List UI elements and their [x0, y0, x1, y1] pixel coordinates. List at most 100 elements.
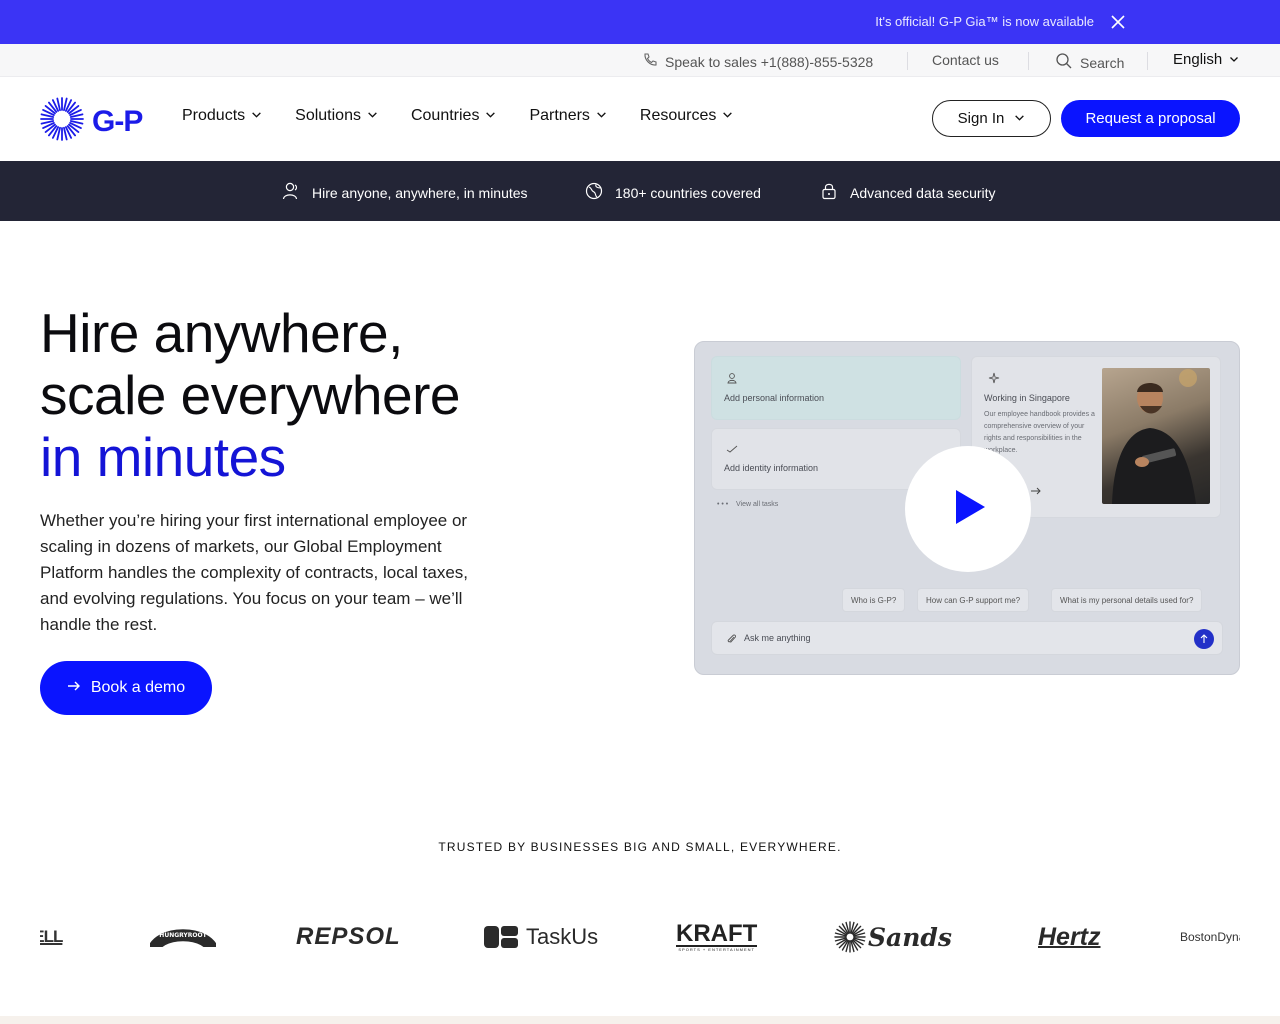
- search-button[interactable]: Search: [1055, 52, 1124, 73]
- arrow-right-icon: [1030, 483, 1042, 501]
- nav-item-label: Products: [182, 107, 246, 124]
- feature-label: 180+ countries covered: [615, 184, 761, 201]
- hero-heading: Hire anywhere, scale everywhere in minut…: [40, 302, 460, 488]
- next-section-edge: [0, 1016, 1280, 1024]
- feature-countries: 180+ countries covered: [584, 181, 761, 204]
- kraft-logo: KRAFT SPORTS + ENTERTAINMENT: [676, 915, 758, 959]
- task-label: Add identity information: [724, 463, 819, 473]
- features-bar: Hire anyone, anywhere, in minutes 180+ c…: [0, 161, 1280, 221]
- book-demo-label: Book a demo: [90, 679, 186, 696]
- taskus-logo-text: TaskUs: [526, 924, 599, 949]
- nav-item-resources[interactable]: Resources: [640, 107, 733, 125]
- suggestion-chip: What is my personal details used for?: [1051, 588, 1203, 612]
- nav-item-countries[interactable]: Countries: [411, 107, 496, 125]
- sales-phone-link[interactable]: Speak to sales +1(888)-855-5328: [642, 52, 873, 71]
- sparkle-icon: [988, 371, 1000, 389]
- play-icon: [948, 487, 988, 532]
- announcement-bar: It's official! G-P Gia™ is now available: [0, 0, 1280, 44]
- feature-security: Advanced data security: [819, 181, 996, 204]
- nav-item-label: Solutions: [295, 107, 361, 124]
- divider: [1028, 52, 1029, 70]
- hungryroot-logo: HUNGRYROOT: [150, 915, 216, 959]
- feature-label: Advanced data security: [850, 184, 996, 201]
- ask-input-bar: Ask me anything: [711, 621, 1223, 655]
- hero-heading-line: scale everywhere: [40, 364, 460, 426]
- nav-item-label: Partners: [529, 107, 590, 124]
- boston-dynamics-logo-text: BostonDynamics: [1180, 930, 1240, 944]
- request-proposal-button[interactable]: Request a proposal: [1061, 100, 1240, 137]
- play-button[interactable]: [905, 446, 1031, 572]
- task-label: Add personal information: [724, 393, 825, 403]
- language-label: English: [1173, 51, 1223, 68]
- chevron-down-icon: [485, 107, 496, 125]
- search-label: Search: [1080, 54, 1125, 71]
- hertz-logo: Hertz: [1038, 915, 1101, 959]
- globe-icon: [584, 181, 604, 204]
- check-icon: [726, 441, 738, 459]
- task-card-personal: Add personal information: [711, 356, 961, 420]
- send-icon: [1194, 629, 1214, 649]
- kraft-logo-subtext: SPORTS + ENTERTAINMENT: [678, 946, 755, 952]
- logo-text: G-P: [92, 104, 143, 138]
- announcement-text[interactable]: It's official! G-P Gia™ is now available: [875, 14, 1094, 29]
- language-selector[interactable]: English: [1173, 51, 1239, 68]
- nav-item-label: Resources: [639, 107, 717, 124]
- hero-heading-line: Hire anywhere,: [40, 302, 403, 364]
- search-icon: [1055, 52, 1073, 73]
- close-icon[interactable]: [1108, 12, 1128, 32]
- divider: [1147, 52, 1148, 70]
- card-title: Working in Singapore: [984, 393, 1070, 403]
- paperclip-icon: [726, 632, 737, 650]
- nav-item-label: Countries: [410, 107, 480, 124]
- feature-hire: Hire anyone, anywhere, in minutes: [281, 181, 528, 204]
- hero-heading-accent: in minutes: [40, 426, 286, 488]
- hertz-logo-text: Hertz: [1038, 922, 1101, 951]
- person-icon: [281, 181, 301, 204]
- contact-label: Contact us: [932, 52, 999, 68]
- view-all-tasks: View all tasks: [736, 501, 779, 508]
- book-demo-button[interactable]: Book a demo: [40, 661, 212, 715]
- suggestion-chip: How can G-P support me?: [917, 588, 1030, 612]
- employee-photo: [1102, 368, 1210, 504]
- utility-bar: Speak to sales +1(888)-855-5328 Contact …: [0, 44, 1280, 77]
- nav-menu: Products Solutions Countries Partners Re…: [182, 107, 766, 125]
- gp-logo[interactable]: G-P: [40, 97, 143, 146]
- hero-description: Whether you’re hiring your first interna…: [40, 511, 469, 634]
- ellipsis-icon: • • •: [717, 501, 729, 508]
- nav-item-solutions[interactable]: Solutions: [295, 107, 378, 125]
- contact-link[interactable]: Contact us: [932, 52, 999, 68]
- nav-item-partners[interactable]: Partners: [529, 107, 606, 125]
- dell-logo-text: DELL: [40, 927, 63, 946]
- repsol-logo-text: REPSOL: [296, 923, 401, 950]
- video-preview[interactable]: Add personal information Add identity in…: [694, 341, 1240, 675]
- chevron-down-icon: [367, 107, 378, 125]
- user-icon: [726, 371, 738, 389]
- sign-in-label: Sign In: [957, 110, 1005, 127]
- chevron-down-icon: [722, 107, 733, 125]
- feature-label: Hire anyone, anywhere, in minutes: [312, 184, 528, 201]
- sign-in-button[interactable]: Sign In: [932, 100, 1051, 137]
- sales-label: Speak to sales +1(888)-855-5328: [665, 53, 874, 70]
- chevron-down-icon: [251, 107, 262, 125]
- chevron-down-icon: [1014, 110, 1025, 127]
- chevron-down-icon: [1229, 51, 1239, 68]
- main-nav: G-P Products Solutions Countries Partner…: [0, 77, 1280, 161]
- ask-placeholder: Ask me anything: [744, 633, 811, 643]
- sands-logo: Sands: [834, 915, 952, 959]
- boston-dynamics-logo: BostonDynamics: [1180, 915, 1240, 959]
- customer-logos: DELL HUNGRYROOT REPSOL TaskUs KRAFT SPOR…: [40, 915, 1240, 959]
- trusted-heading: TRUSTED BY BUSINESSES BIG AND SMALL, EVE…: [438, 840, 842, 854]
- suggestion-chip: Who is G-P?: [842, 588, 906, 612]
- hungryroot-logo-text: HUNGRYROOT: [159, 932, 207, 939]
- sunburst-logo-icon: [40, 97, 84, 146]
- repsol-logo: REPSOL: [296, 915, 401, 959]
- taskus-logo: TaskUs: [484, 915, 598, 959]
- nav-item-products[interactable]: Products: [182, 107, 262, 125]
- dell-logo: DELL: [40, 915, 72, 959]
- lock-icon: [819, 181, 839, 204]
- phone-icon: [642, 52, 658, 71]
- sands-logo-text: Sands: [868, 922, 952, 952]
- arrow-right-icon: [67, 679, 81, 698]
- divider: [907, 52, 908, 70]
- kraft-logo-text: KRAFT: [676, 919, 758, 947]
